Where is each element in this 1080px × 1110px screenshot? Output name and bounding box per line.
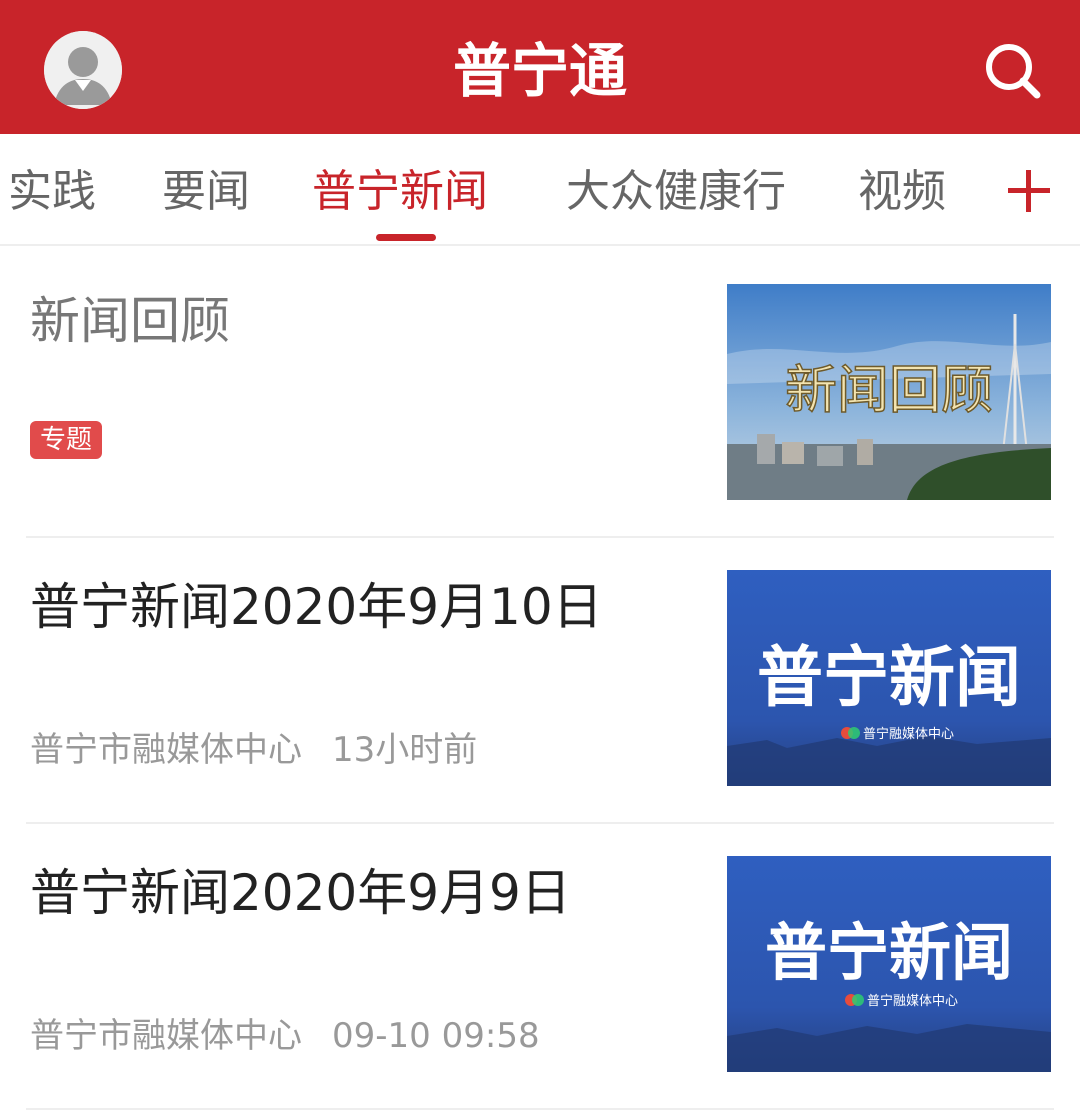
topic-badge: 专题 <box>30 421 103 459</box>
news-meta: 普宁市融媒体中心 09-10 09:58 <box>30 1012 540 1060</box>
tab-yaowen[interactable]: 要闻 <box>162 164 250 220</box>
tab-video[interactable]: 视频 <box>858 164 946 220</box>
thumb-title: 普宁新闻 <box>757 638 1021 716</box>
news-source: 普宁市融媒体中心 <box>30 1016 302 1056</box>
thumb-subtitle: 普宁融媒体中心 <box>863 726 954 742</box>
search-icon[interactable] <box>982 40 1044 102</box>
news-thumbnail: 普宁新闻 普宁融媒体中心 <box>727 856 1051 1072</box>
news-title: 新闻回顾 <box>30 292 230 350</box>
news-source: 普宁市融媒体中心 <box>30 730 302 770</box>
news-time: 09-10 09:58 <box>332 1016 540 1056</box>
tab-health[interactable]: 大众健康行 <box>566 164 786 220</box>
news-title: 普宁新闻2020年9月9日 <box>30 864 571 922</box>
news-thumbnail: 新闻回顾 <box>727 284 1051 500</box>
thumb-subtitle: 普宁融媒体中心 <box>867 993 958 1009</box>
tab-puning-news[interactable]: 普宁新闻 <box>312 164 488 220</box>
news-item[interactable]: 新闻回顾 专题 新闻回顾 <box>0 252 1080 538</box>
thumb-title: 新闻回顾 <box>785 361 993 421</box>
news-meta: 普宁市融媒体中心 13小时前 <box>30 726 477 774</box>
plus-icon[interactable] <box>1006 168 1052 214</box>
app-header: 普宁通 <box>0 0 1080 134</box>
active-tab-indicator <box>376 234 436 241</box>
news-time: 13小时前 <box>332 730 478 770</box>
thumb-title: 普宁新闻 <box>765 916 1013 989</box>
category-tabs: 实践 要闻 普宁新闻 大众健康行 视频 <box>0 134 1080 246</box>
news-title: 普宁新闻2020年9月10日 <box>30 578 603 636</box>
news-item[interactable]: 普宁新闻2020年9月9日 普宁市融媒体中心 09-10 09:58 普宁新闻 普… <box>0 824 1080 1110</box>
tab-shijian[interactable]: 实践 <box>8 164 96 220</box>
news-thumbnail: 普宁新闻 普宁融媒体中心 <box>727 570 1051 786</box>
app-title: 普宁通 <box>452 37 627 105</box>
news-item[interactable]: 普宁新闻2020年9月10日 普宁市融媒体中心 13小时前 普宁新闻 普宁融媒体中… <box>0 538 1080 824</box>
